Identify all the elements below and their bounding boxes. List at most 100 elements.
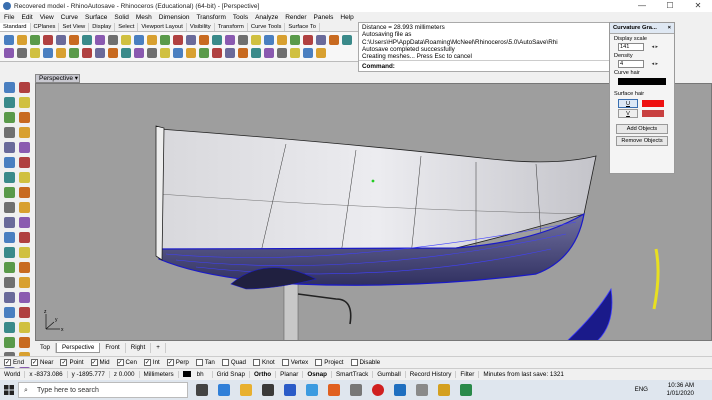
menu-surface[interactable]: Surface xyxy=(85,14,107,21)
menu-dimension[interactable]: Dimension xyxy=(159,14,190,21)
toolbar-tool-icon[interactable] xyxy=(302,47,313,58)
toolbar-tool-icon[interactable] xyxy=(198,35,209,45)
palette-tool-icon[interactable] xyxy=(4,277,15,288)
palette-tool-icon[interactable] xyxy=(19,112,30,123)
v-hair-color-swatch[interactable] xyxy=(642,110,664,117)
tab-surface-tools[interactable]: Surface To xyxy=(285,23,321,31)
mail-icon[interactable] xyxy=(284,384,296,396)
task-view-icon[interactable] xyxy=(196,384,208,396)
tab-standard[interactable]: Standard xyxy=(0,23,31,31)
toolbar-tool-icon[interactable] xyxy=(263,47,274,58)
osnap-knot[interactable]: Knot xyxy=(252,358,275,366)
palette-tool-icon[interactable] xyxy=(4,172,15,183)
palette-tool-icon[interactable] xyxy=(19,217,30,228)
palette-tool-icon[interactable] xyxy=(19,157,30,168)
palette-tool-icon[interactable] xyxy=(4,307,15,318)
command-input[interactable]: Command: xyxy=(359,60,609,71)
tab-right[interactable]: Right xyxy=(126,343,152,353)
toolbar-tool-icon[interactable] xyxy=(159,47,170,58)
palette-tool-icon[interactable] xyxy=(4,157,15,168)
toolbar-tool-icon[interactable] xyxy=(237,35,248,45)
menu-transform[interactable]: Transform xyxy=(197,14,226,21)
tab-select[interactable]: Select xyxy=(115,23,139,31)
menu-analyze[interactable]: Analyze xyxy=(255,14,278,21)
palette-tool-icon[interactable] xyxy=(4,112,15,123)
menu-curve[interactable]: Curve xyxy=(61,14,78,21)
checkbox-icon[interactable] xyxy=(252,358,260,366)
menu-panels[interactable]: Panels xyxy=(314,14,334,21)
tab-viewport-layout[interactable]: Viewport Layout xyxy=(138,23,187,31)
osnap-disable[interactable]: Disable xyxy=(350,358,380,366)
toolbar-tool-icon[interactable] xyxy=(172,47,183,58)
current-layer[interactable]: bh xyxy=(179,370,213,378)
osnap-near[interactable]: ✓ Near xyxy=(31,358,53,366)
osnap-point[interactable]: ✓ Point xyxy=(60,358,84,366)
folder-icon[interactable] xyxy=(438,384,450,396)
palette-tool-icon[interactable] xyxy=(19,307,30,318)
clock-date[interactable]: 1/01/2020 xyxy=(666,390,694,398)
palette-tool-icon[interactable] xyxy=(19,172,30,183)
toolbar-tool-icon[interactable] xyxy=(55,47,66,58)
edge-browser-icon[interactable] xyxy=(218,384,230,396)
tab-set-view[interactable]: Set View xyxy=(59,23,90,31)
viewport-title[interactable]: Perspective ▾ xyxy=(35,74,80,83)
toolbar-tool-icon[interactable] xyxy=(146,47,157,58)
toolbar-tool-icon[interactable] xyxy=(29,35,40,45)
toolbar-tool-icon[interactable] xyxy=(172,35,183,45)
palette-tool-icon[interactable] xyxy=(4,232,15,243)
toolbar-tool-icon[interactable] xyxy=(42,35,53,45)
display-scale-spinner-icon[interactable]: ◂ ▸ xyxy=(652,44,658,50)
toolbar-tool-icon[interactable] xyxy=(159,35,170,45)
toolbar-tool-icon[interactable] xyxy=(16,47,27,58)
close-icon[interactable]: × xyxy=(668,25,671,31)
toolbar-tool-icon[interactable] xyxy=(3,35,14,45)
checkbox-icon[interactable]: ✓ xyxy=(4,358,11,366)
toolbar-tool-icon[interactable] xyxy=(250,47,261,58)
toolbar-tool-icon[interactable] xyxy=(55,35,66,45)
toolbar-tool-icon[interactable] xyxy=(289,47,300,58)
planar-toggle[interactable]: Planar xyxy=(276,370,304,378)
palette-tool-icon[interactable] xyxy=(4,127,15,138)
tab-top[interactable]: Top xyxy=(35,343,56,353)
toolbar-tool-icon[interactable] xyxy=(94,47,105,58)
toolbar-tool-icon[interactable] xyxy=(276,35,287,45)
viewport-dropdown-icon[interactable]: ▾ xyxy=(75,75,78,82)
palette-tool-icon[interactable] xyxy=(4,337,15,348)
palette-tool-icon[interactable] xyxy=(4,217,15,228)
add-objects-button[interactable]: Add Objects xyxy=(616,124,668,134)
palette-tool-icon[interactable] xyxy=(19,292,30,303)
palette-tool-icon[interactable] xyxy=(19,262,30,273)
menu-mesh[interactable]: Mesh xyxy=(136,14,152,21)
checkbox-icon[interactable]: ✓ xyxy=(31,358,39,366)
record-history-toggle[interactable]: Record History xyxy=(406,370,457,378)
u-hair-color-swatch[interactable] xyxy=(642,100,664,107)
toolbar-tool-icon[interactable] xyxy=(328,35,339,45)
toolbar-tool-icon[interactable] xyxy=(81,47,92,58)
toolbar-tool-icon[interactable] xyxy=(289,35,300,45)
density-spinner-icon[interactable]: ◂ ▸ xyxy=(652,61,658,67)
tab-perspective[interactable]: Perspective xyxy=(55,343,101,353)
toolbar-tool-icon[interactable] xyxy=(276,47,287,58)
clock-time[interactable]: 10:36 AM xyxy=(666,382,694,390)
toolbar-tool-icon[interactable] xyxy=(107,47,118,58)
palette-tool-icon[interactable] xyxy=(4,202,15,213)
rhino-taskbar-icon[interactable] xyxy=(416,384,428,396)
toolbar-tool-icon[interactable] xyxy=(250,35,261,45)
toolbar-tool-icon[interactable] xyxy=(315,35,326,45)
palette-tool-icon[interactable] xyxy=(19,322,30,333)
calculator-icon[interactable] xyxy=(350,384,362,396)
grid-snap-toggle[interactable]: Grid Snap xyxy=(213,370,250,378)
tab-transform[interactable]: Transform xyxy=(215,23,248,31)
toolbar-tool-icon[interactable] xyxy=(133,47,144,58)
toolbar-tool-icon[interactable] xyxy=(237,47,248,58)
menu-solid[interactable]: Solid xyxy=(114,14,128,21)
toolbar-tool-icon[interactable] xyxy=(94,35,105,45)
tab-display[interactable]: Display xyxy=(89,23,116,31)
checkbox-icon[interactable]: ✓ xyxy=(90,358,98,366)
density-input[interactable]: 4 xyxy=(618,60,644,68)
smarttrack-toggle[interactable]: SmartTrack xyxy=(332,370,374,378)
toolbar-tool-icon[interactable] xyxy=(315,47,326,58)
teams-icon[interactable] xyxy=(306,384,318,396)
windows-start-icon[interactable] xyxy=(0,380,18,400)
checkbox-icon[interactable] xyxy=(350,358,358,366)
